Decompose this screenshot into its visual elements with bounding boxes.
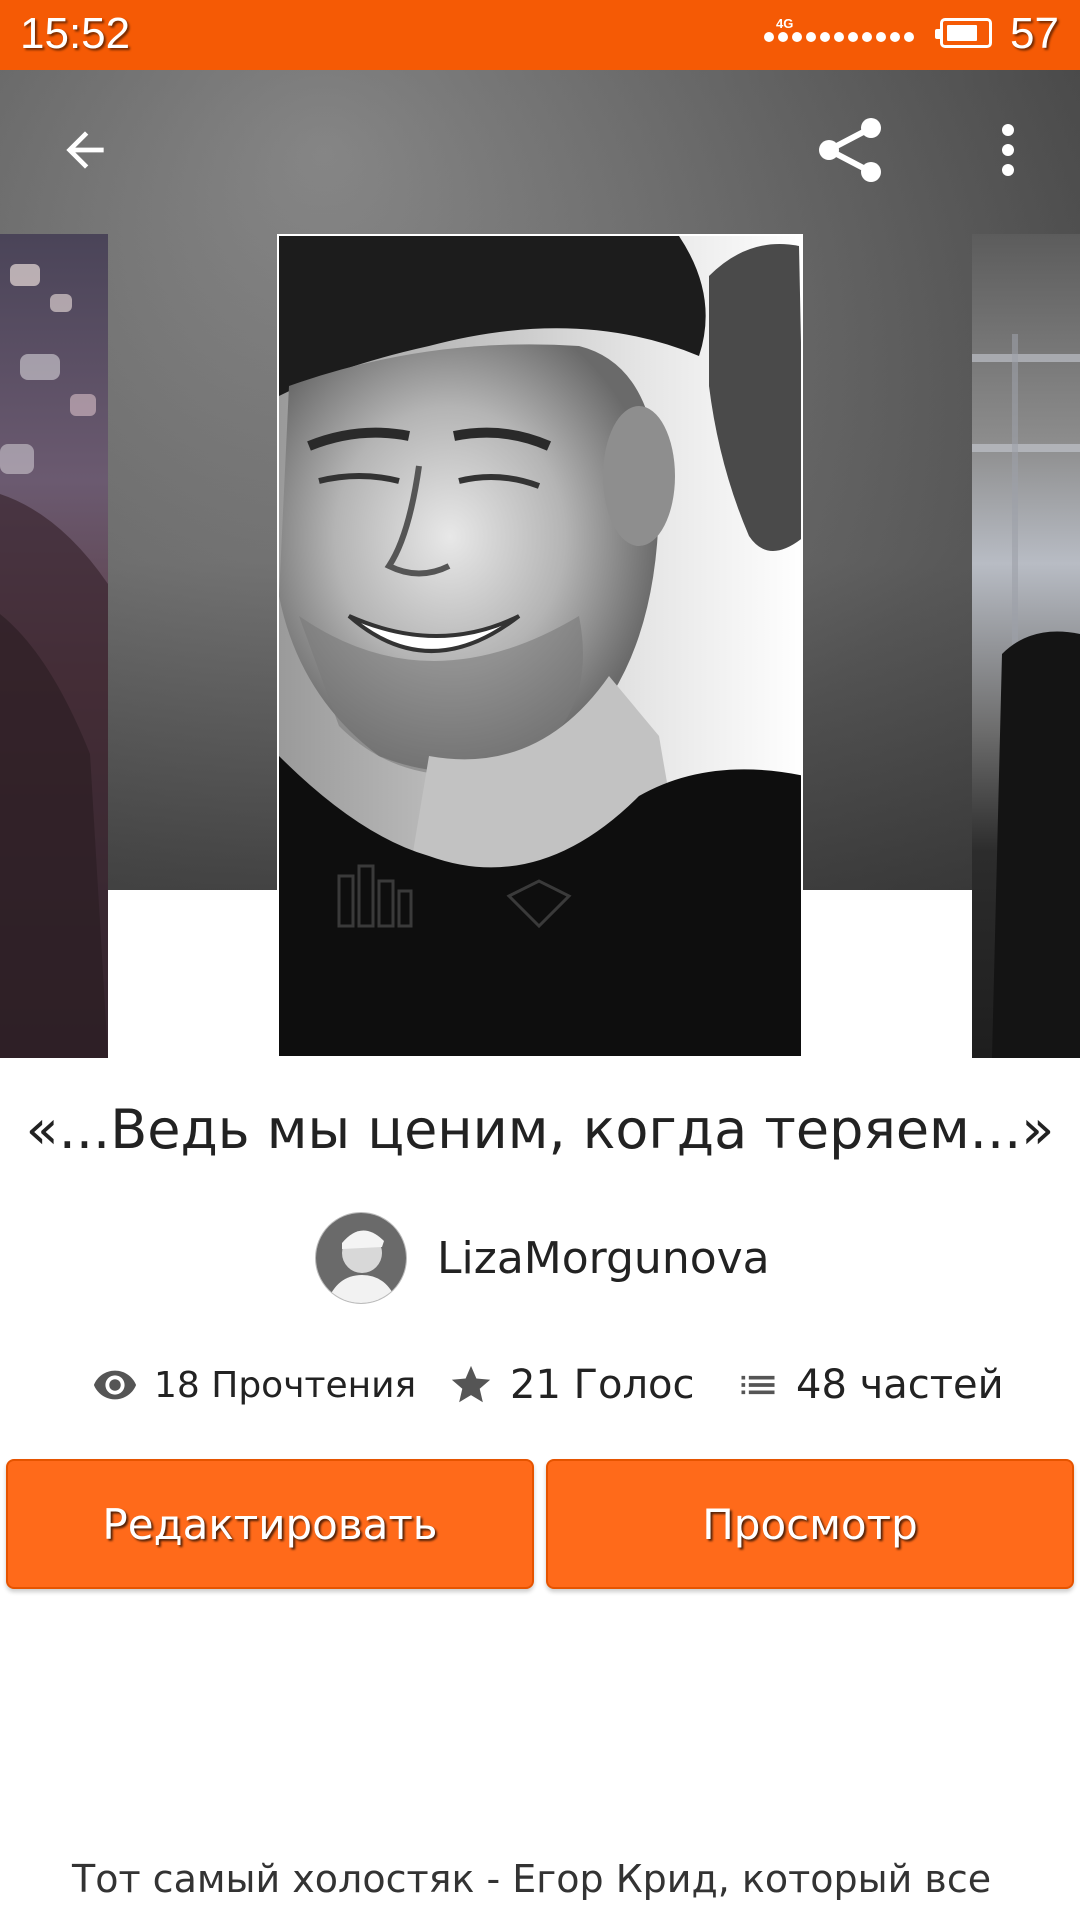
status-bar: 15:52 4G 57 <box>0 0 1080 70</box>
edit-button[interactable]: Редактировать <box>6 1459 534 1589</box>
signal-indicator: 4G <box>764 16 922 52</box>
battery-icon <box>935 18 992 48</box>
story-title: «...Ведь мы ценим, когда теряем...» <box>25 1098 1055 1161</box>
next-story-cover[interactable] <box>972 234 1080 1058</box>
network-type: 4G <box>776 16 794 31</box>
parts-count: 48 частей <box>796 1362 1004 1408</box>
share-icon <box>819 118 881 182</box>
more-vertical-icon <box>1002 124 1014 176</box>
arrow-left-icon <box>66 131 104 169</box>
previous-story-cover[interactable] <box>0 234 108 1058</box>
share-button[interactable] <box>806 105 896 195</box>
status-time: 15:52 <box>20 9 131 58</box>
battery-level: 57 <box>1010 9 1059 58</box>
story-stats: 18 Прочтения 21 Голос 48 частей <box>0 1350 1080 1420</box>
view-button[interactable]: Просмотр <box>546 1459 1074 1589</box>
list-icon <box>741 1375 775 1395</box>
signal-dots <box>764 32 914 42</box>
votes-count: 21 Голос <box>510 1362 695 1408</box>
reads-count: 18 Прочтения <box>154 1364 417 1406</box>
story-cover[interactable] <box>277 234 803 1058</box>
author-name: LizaMorgunova <box>437 1232 770 1284</box>
star-icon <box>451 1365 491 1403</box>
votes-stat: 21 Голос <box>448 1350 695 1420</box>
author-link[interactable]: LizaMorgunova <box>315 1212 770 1304</box>
avatar <box>315 1212 407 1304</box>
story-description: Тот самый холостяк - Егор Крид, который … <box>72 1857 992 1901</box>
parts-stat: 48 частей <box>736 1350 1004 1420</box>
reads-stat: 18 Прочтения <box>92 1350 416 1420</box>
more-options-button[interactable] <box>963 105 1053 195</box>
back-button[interactable] <box>40 105 130 195</box>
eye-icon <box>93 1370 137 1400</box>
